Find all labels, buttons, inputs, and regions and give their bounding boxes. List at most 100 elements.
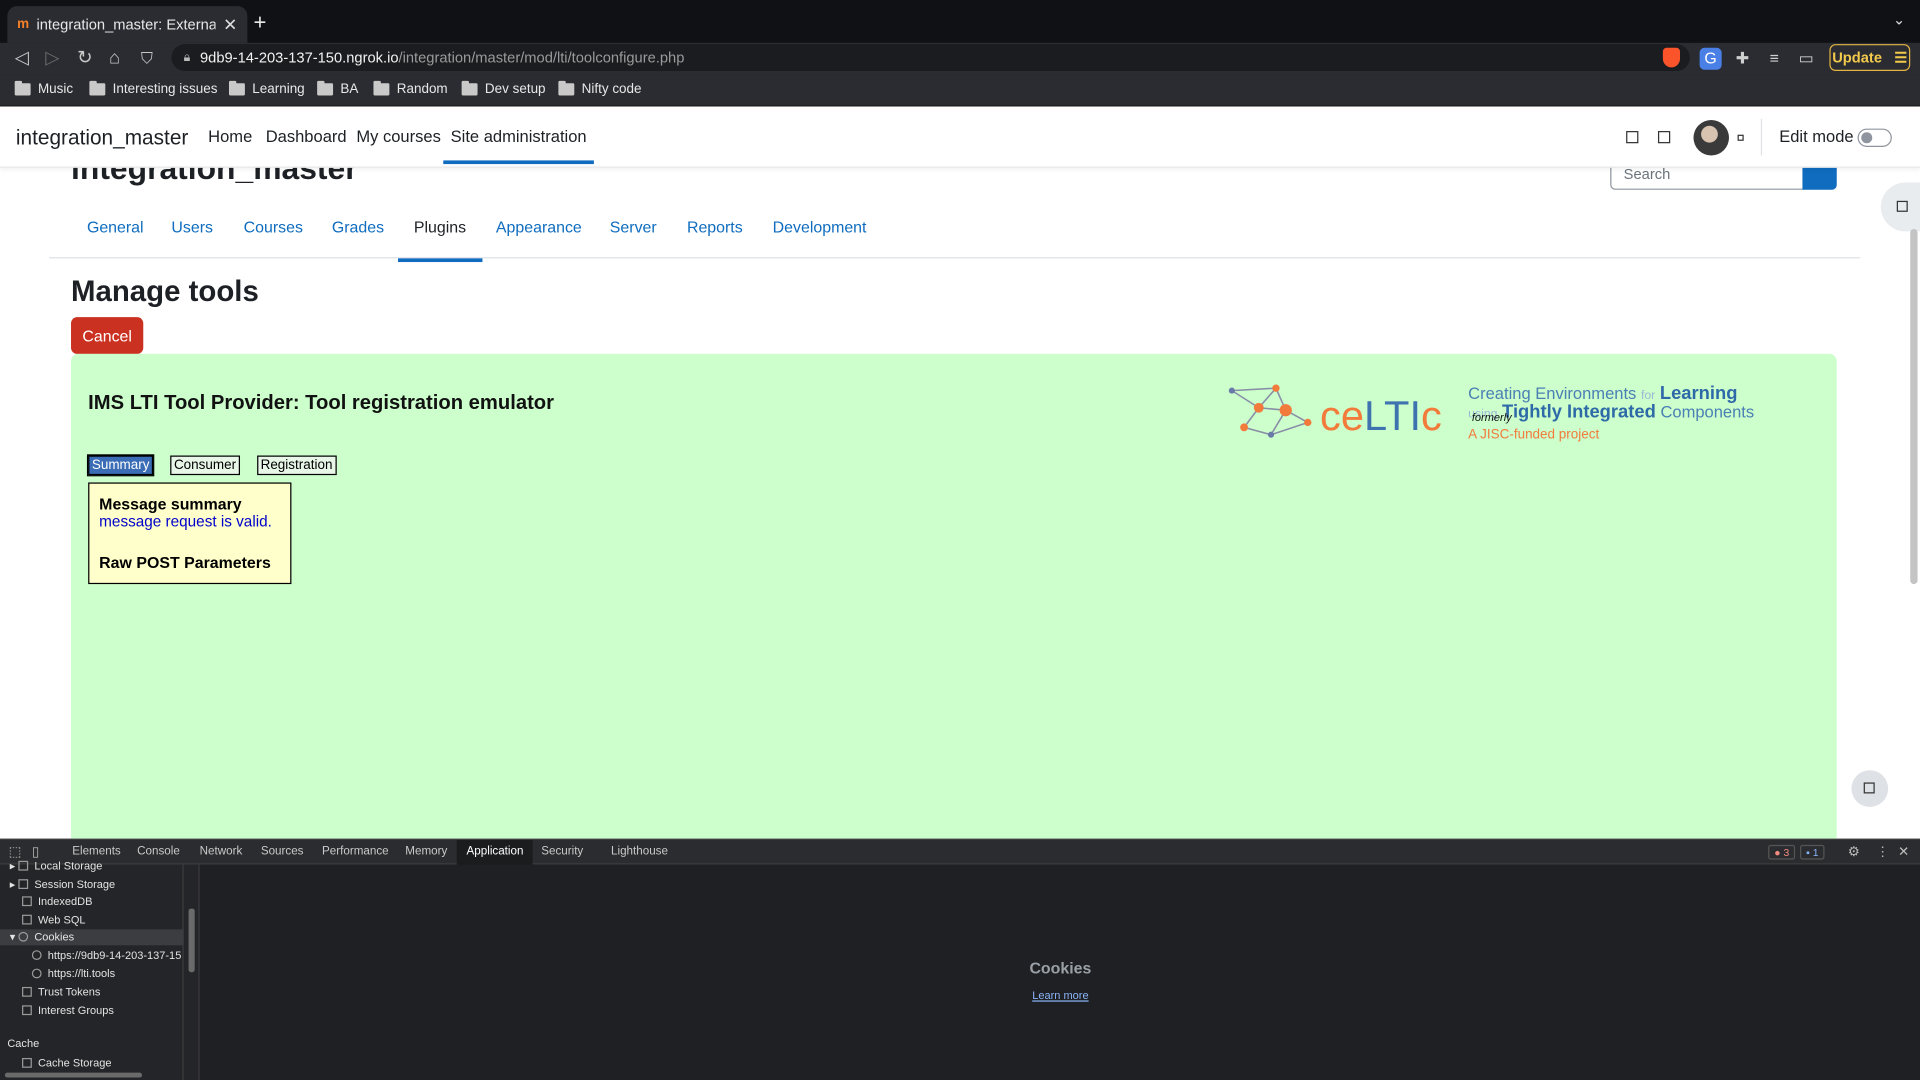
folder-icon bbox=[558, 80, 575, 96]
sidebar-item-web-sql[interactable]: Web SQL bbox=[22, 913, 86, 926]
sidebar-item-cookies[interactable]: ▾ Cookies bbox=[0, 929, 184, 946]
sidebar-label: https://lti.tools bbox=[47, 967, 116, 980]
devtools-tab-sources[interactable]: Sources bbox=[251, 840, 313, 864]
tab-plugins[interactable]: Plugins bbox=[397, 218, 483, 263]
settings-gear-icon[interactable]: ⚙ bbox=[1848, 844, 1860, 860]
inspect-element-icon[interactable]: ⬚ bbox=[9, 844, 22, 860]
tab-title: integration_master: External to bbox=[36, 15, 216, 34]
tool-registration-iframe: IMS LTI Tool Provider: Tool registration… bbox=[71, 353, 1837, 839]
cancel-button[interactable]: Cancel bbox=[71, 317, 144, 354]
wallet-icon[interactable]: ▭ bbox=[1795, 48, 1817, 70]
translate-extension-icon[interactable]: G bbox=[1699, 47, 1722, 70]
bookmark-music[interactable]: Music bbox=[14, 80, 74, 97]
sidebar-item-indexeddb[interactable]: IndexedDB bbox=[22, 895, 92, 907]
url-path: /integration/master/mod/lti/toolconfigur… bbox=[398, 48, 685, 67]
devtools-tab-memory[interactable]: Memory bbox=[396, 840, 458, 864]
sidebar-item-local-storage[interactable]: ▸ Local Storage bbox=[10, 860, 103, 873]
tab-reports[interactable]: Reports bbox=[687, 218, 743, 258]
bookmark-ba[interactable]: BA bbox=[317, 80, 359, 97]
tab-users[interactable]: Users bbox=[171, 218, 213, 258]
cookies-main-panel: Cookies Learn more bbox=[198, 864, 1920, 1080]
playlist-icon[interactable]: ≡ bbox=[1763, 48, 1785, 70]
address-bar[interactable]: 🔒︎ 9db9-14-203-137-150.ngrok.io /integra… bbox=[171, 44, 1690, 72]
error-count-badge[interactable]: ● 3 bbox=[1768, 844, 1796, 860]
more-options-icon[interactable]: ⋮ bbox=[1876, 844, 1889, 860]
bookmark-icon[interactable]: ⛉ bbox=[141, 47, 153, 71]
tab-appearance[interactable]: Appearance bbox=[496, 218, 582, 258]
learn-more-link[interactable]: Learn more bbox=[200, 989, 1920, 1001]
browser-tab[interactable]: m integration_master: External to ✕ bbox=[7, 6, 248, 43]
bookmark-dev-setup[interactable]: Dev setup bbox=[461, 80, 546, 97]
bookmark-label: Music bbox=[37, 82, 74, 97]
nav-my-courses[interactable]: My courses bbox=[356, 127, 441, 145]
site-brand[interactable]: integration_master bbox=[16, 126, 188, 150]
message-count-badge[interactable]: ▪ 1 bbox=[1800, 844, 1825, 860]
screen: m integration_master: External to ✕ + ⌄ … bbox=[0, 0, 1920, 1080]
folder-icon bbox=[228, 80, 245, 96]
update-button[interactable]: Update ☰ bbox=[1829, 44, 1911, 72]
edit-mode-toggle[interactable] bbox=[1857, 128, 1892, 147]
device-toolbar-icon[interactable]: ▯ bbox=[32, 844, 39, 860]
close-tab-icon[interactable]: ✕ bbox=[223, 14, 237, 35]
navbar-divider bbox=[1760, 118, 1763, 156]
folder-icon bbox=[461, 80, 478, 96]
bookmark-interesting-issues[interactable]: Interesting issues bbox=[89, 80, 218, 97]
bookmark-label: Interesting issues bbox=[112, 82, 218, 97]
brave-shields-icon[interactable] bbox=[1662, 47, 1681, 68]
nav-site-administration[interactable]: Site administration bbox=[443, 127, 594, 165]
tab-list-chevron-icon[interactable]: ⌄ bbox=[1893, 11, 1905, 28]
close-devtools-icon[interactable]: ✕ bbox=[1898, 844, 1909, 860]
devtools-tab-console[interactable]: Console bbox=[127, 840, 189, 864]
bookmark-label: Dev setup bbox=[484, 82, 546, 97]
sidebar-label: Session Storage bbox=[34, 877, 116, 891]
messages-icon[interactable] bbox=[1657, 131, 1671, 144]
devtools-panel: ⬚ ▯ Elements Console Network Sources Per… bbox=[0, 838, 1920, 1080]
sidebar-scrollbar[interactable] bbox=[188, 908, 195, 973]
user-menu-caret-icon[interactable] bbox=[1737, 134, 1744, 141]
bookmark-label: Nifty code bbox=[581, 82, 642, 97]
tab-courses[interactable]: Courses bbox=[244, 218, 303, 258]
consumer-button[interactable]: Consumer bbox=[170, 455, 240, 476]
sidebar-item-session-storage[interactable]: ▸ Session Storage bbox=[10, 878, 115, 891]
tab-server[interactable]: Server bbox=[610, 218, 657, 258]
registration-button[interactable]: Registration bbox=[256, 455, 337, 476]
home-icon[interactable]: ⌂ bbox=[109, 47, 120, 71]
sidebar-item-cache-storage[interactable]: Cache Storage bbox=[22, 1057, 111, 1069]
devtools-tab-security[interactable]: Security bbox=[531, 840, 593, 864]
sidebar-horizontal-scrollbar[interactable] bbox=[4, 1072, 143, 1078]
page-scrollbar[interactable] bbox=[1910, 228, 1918, 585]
devtools-tab-lighthouse[interactable]: Lighthouse bbox=[601, 840, 678, 864]
bookmark-label: Learning bbox=[252, 82, 305, 97]
nav-dashboard[interactable]: Dashboard bbox=[266, 127, 347, 145]
summary-button[interactable]: Summary bbox=[86, 454, 155, 477]
sidebar-label: Interest Groups bbox=[37, 1004, 114, 1017]
notifications-icon[interactable] bbox=[1626, 131, 1639, 144]
back-icon[interactable]: ◁ bbox=[15, 47, 29, 71]
nav-home[interactable]: Home bbox=[208, 127, 252, 145]
new-tab-button[interactable]: + bbox=[253, 10, 266, 36]
footer-popover-button[interactable] bbox=[1851, 770, 1889, 807]
bookmark-label: BA bbox=[340, 82, 359, 97]
bookmark-nifty-code[interactable]: Nifty code bbox=[558, 80, 642, 97]
block-drawer-toggle[interactable] bbox=[1880, 182, 1920, 232]
devtools-tab-application[interactable]: Application bbox=[456, 840, 534, 865]
tab-development[interactable]: Development bbox=[773, 218, 867, 258]
forward-icon[interactable]: ▷ bbox=[45, 47, 59, 71]
sidebar-item-cookie-origin-lti-tools[interactable]: https://lti.tools bbox=[31, 967, 116, 980]
bookmark-learning[interactable]: Learning bbox=[228, 80, 305, 97]
sidebar-item-trust-tokens[interactable]: Trust Tokens bbox=[22, 986, 100, 998]
tool-view-buttons: Summary Consumer Registration bbox=[86, 454, 337, 477]
devtools-tab-network[interactable]: Network bbox=[190, 840, 252, 864]
tab-grades[interactable]: Grades bbox=[332, 218, 384, 258]
user-avatar[interactable] bbox=[1693, 120, 1729, 156]
reload-icon[interactable]: ↻ bbox=[77, 47, 92, 71]
devtools-tab-performance[interactable]: Performance bbox=[312, 840, 398, 864]
extensions-puzzle-icon[interactable]: ✚ bbox=[1731, 48, 1753, 70]
celtic-logo: ceLTIc bbox=[1228, 384, 1442, 439]
bookmark-random[interactable]: Random bbox=[373, 80, 448, 97]
sidebar-item-interest-groups[interactable]: Interest Groups bbox=[22, 1004, 114, 1016]
tool-title: IMS LTI Tool Provider: Tool registration… bbox=[88, 391, 555, 414]
bookmark-label: Random bbox=[396, 82, 448, 97]
tab-general[interactable]: General bbox=[87, 218, 144, 258]
sidebar-item-cookie-origin-ngrok[interactable]: https://9db9-14-203-137-15 bbox=[31, 949, 184, 961]
